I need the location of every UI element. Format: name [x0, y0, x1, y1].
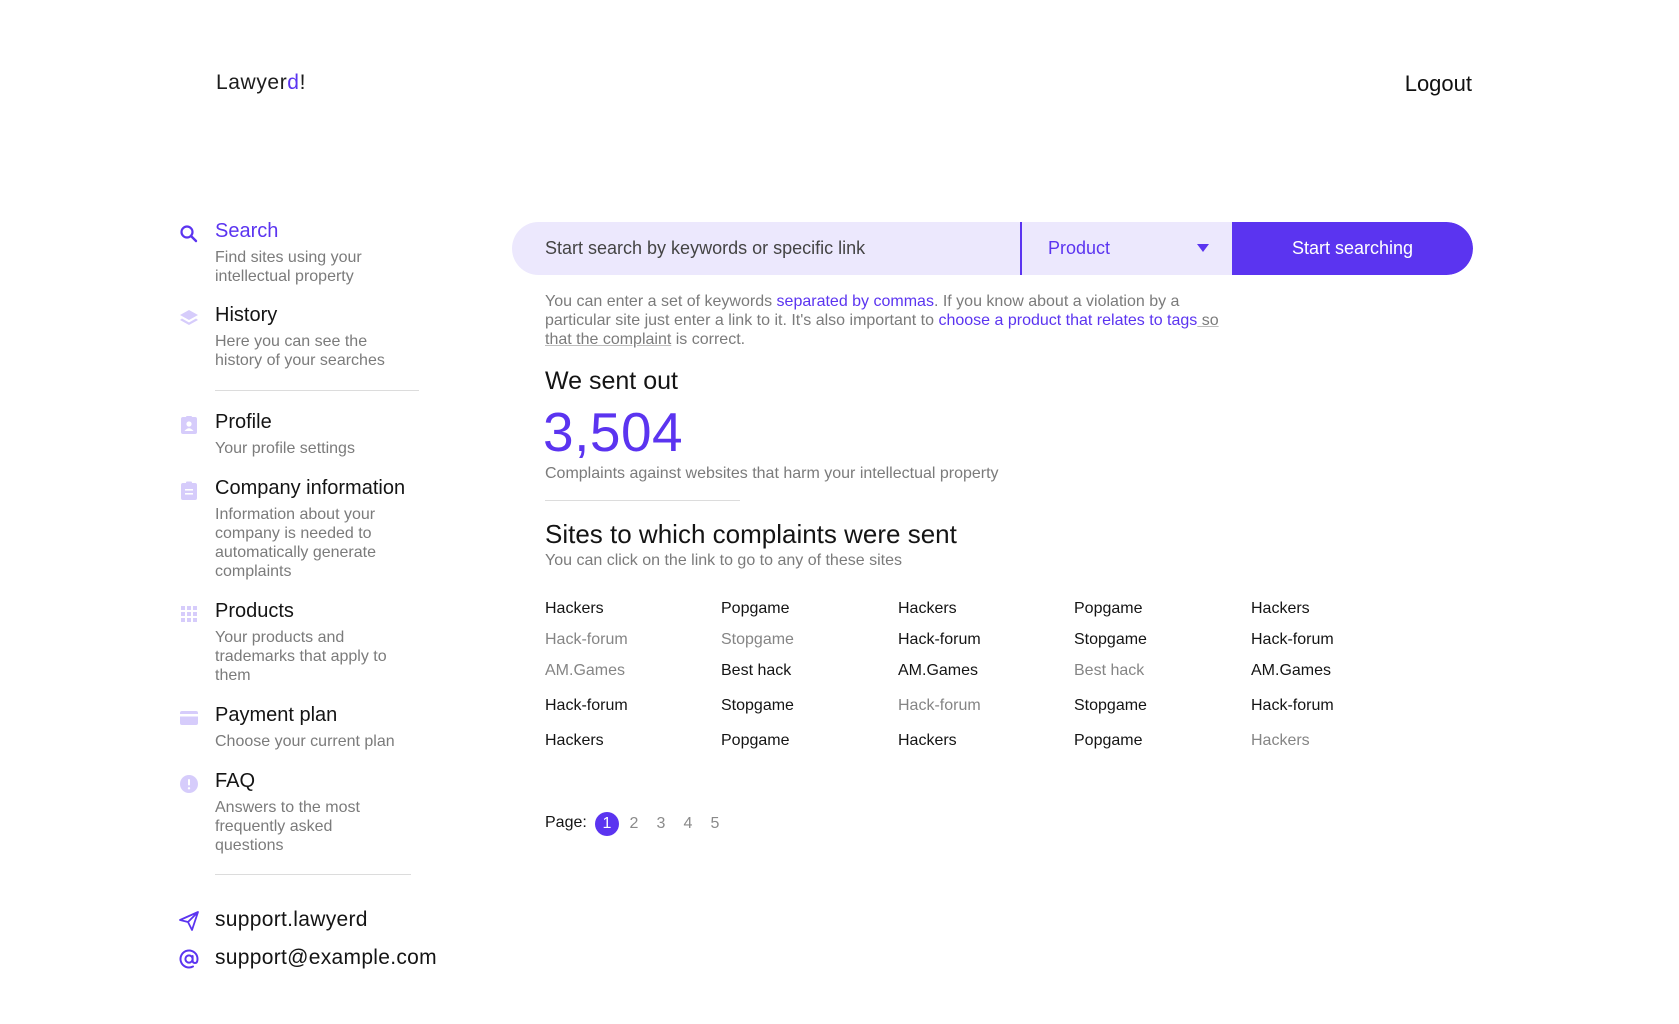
logo-tail: ! — [299, 71, 307, 94]
grid-icon — [178, 603, 200, 625]
caret-down-icon — [1197, 244, 1209, 252]
sidebar-item-desc: Your products and trademarks that apply … — [215, 629, 387, 684]
sidebar-item-desc: Find sites using your intellectual prope… — [215, 249, 362, 285]
site-link[interactable]: Hack-forum — [898, 697, 981, 715]
hint-text: is correct. — [671, 331, 746, 348]
site-link[interactable]: Hack-forum — [1251, 697, 1334, 715]
site-link[interactable]: Popgame — [721, 600, 790, 618]
separated-by-commas-link[interactable]: separated by commas — [777, 293, 934, 310]
start-searching-button[interactable]: Start searching — [1232, 222, 1473, 275]
sidebar-item-desc: Here you can see the history of your sea… — [215, 333, 385, 369]
site-link[interactable]: Hackers — [545, 600, 604, 618]
choose-product-link[interactable]: choose a product that relates to tags — [938, 312, 1197, 329]
site-link[interactable]: AM.Games — [1251, 662, 1331, 680]
site-link[interactable]: Hack-forum — [898, 631, 981, 649]
hint-text: You can enter a set of keywords — [545, 293, 777, 310]
site-link[interactable]: Hackers — [1251, 600, 1310, 618]
product-select[interactable]: Product — [1022, 222, 1232, 275]
contact-telegram-text: support.lawyerd — [215, 908, 368, 931]
contact-email-text: support@example.com — [215, 946, 437, 969]
site-link[interactable]: Hackers — [1251, 732, 1310, 750]
page-4-button[interactable]: 4 — [676, 812, 700, 836]
sites-grid: Hackers Popgame Hackers Popgame Hackers Hack-… — [545, 600, 1445, 760]
complaints-count: 3,504 — [543, 401, 684, 463]
sidebar-item-desc: Choose your current plan — [215, 733, 395, 750]
search-icon — [178, 223, 200, 245]
site-link[interactable]: Best hack — [1074, 662, 1144, 680]
section-divider — [545, 500, 740, 501]
site-link[interactable]: Popgame — [1074, 732, 1143, 750]
sites-subtitle: You can click on the link to go to any o… — [545, 552, 902, 569]
stats-title: We sent out — [545, 367, 678, 395]
sidebar-item-desc: Your profile settings — [215, 440, 355, 457]
site-link[interactable]: Stopgame — [721, 697, 794, 715]
logo-accent: d — [287, 71, 300, 94]
send-icon — [178, 910, 200, 932]
site-link[interactable]: Stopgame — [721, 631, 794, 649]
sidebar-divider — [215, 874, 411, 875]
site-link[interactable]: Popgame — [721, 732, 790, 750]
page-1-button[interactable]: 1 — [595, 812, 619, 836]
site-link[interactable]: Hackers — [545, 732, 604, 750]
stats-caption: Complaints against websites that harm yo… — [545, 465, 999, 482]
sidebar-item-title: Products — [215, 600, 294, 622]
sidebar-item-title: History — [215, 304, 278, 326]
logout-button[interactable]: Logout — [1405, 71, 1472, 97]
sidebar-item-desc: Information about your company is needed… — [215, 506, 376, 580]
site-link[interactable]: Hack-forum — [545, 697, 628, 715]
site-link[interactable]: Stopgame — [1074, 631, 1147, 649]
sidebar-item-title: FAQ — [215, 770, 256, 792]
sidebar-divider — [215, 390, 419, 391]
sites-title: Sites to which complaints were sent — [545, 519, 957, 549]
clipboard-icon — [178, 480, 200, 502]
info-circle-icon — [178, 773, 200, 795]
at-sign-icon — [178, 948, 200, 970]
credit-card-icon — [178, 707, 200, 729]
site-link[interactable]: Hack-forum — [545, 631, 628, 649]
site-link[interactable]: Hackers — [898, 600, 957, 618]
sidebar-item-title: Profile — [215, 411, 272, 433]
sidebar-item-title: Payment plan — [215, 704, 338, 726]
search-input[interactable] — [512, 222, 1020, 275]
site-link[interactable]: AM.Games — [545, 662, 625, 680]
site-link[interactable]: Best hack — [721, 662, 791, 680]
sidebar-item-title: Company information — [215, 477, 406, 499]
search-hint: You can enter a set of keywords separate… — [545, 292, 1235, 349]
site-link[interactable]: AM.Games — [898, 662, 978, 680]
page-5-button[interactable]: 5 — [703, 812, 727, 836]
sidebar-item-title: Search — [215, 220, 279, 242]
page-3-button[interactable]: 3 — [649, 812, 673, 836]
site-link[interactable]: Stopgame — [1074, 697, 1147, 715]
site-link[interactable]: Hack-forum — [1251, 631, 1334, 649]
page-2-button[interactable]: 2 — [622, 812, 646, 836]
pagination-label: Page: — [545, 814, 587, 831]
profile-badge-icon — [178, 414, 200, 436]
site-link[interactable]: Popgame — [1074, 600, 1143, 618]
search-bar: Product Start searching — [512, 222, 1473, 275]
logo-main: Lawyer — [216, 71, 288, 94]
site-link[interactable]: Hackers — [898, 732, 957, 750]
product-select-value: Product — [1048, 238, 1111, 258]
sidebar-item-desc: Answers to the most frequently asked que… — [215, 799, 360, 854]
logo[interactable]: Lawyerd! — [216, 71, 306, 95]
layers-icon — [178, 307, 200, 329]
